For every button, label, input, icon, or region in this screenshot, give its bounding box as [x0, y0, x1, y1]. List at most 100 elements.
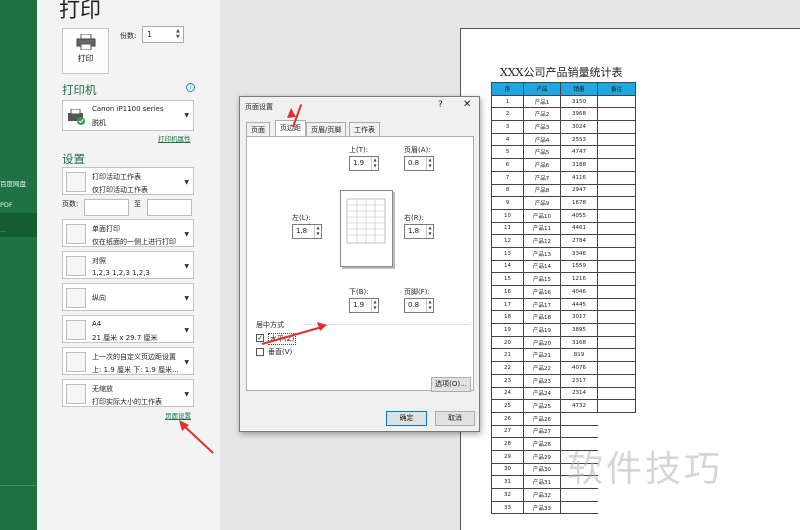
chevron-down-icon: ▼: [184, 263, 189, 270]
spinner-icon[interactable]: ▲ ▼: [371, 157, 378, 170]
table-cell: 产品6: [523, 158, 561, 172]
table-cell: 23: [491, 373, 524, 388]
horizontal-label[interactable]: 水平(Z): [268, 333, 297, 345]
footer-margin-value: 0.8: [408, 301, 420, 309]
settings-section-title: 设置: [62, 152, 85, 166]
left-margin-label: 左(L):: [292, 214, 311, 222]
paper-icon: [66, 320, 86, 340]
table-cell: 3346: [560, 246, 598, 261]
collate-select[interactable]: 对照 1,2,3 1,2,3 1,2,3 ▼: [62, 251, 194, 279]
table-cell: [597, 145, 636, 160]
table-cell: 25: [491, 399, 524, 413]
print-what-select[interactable]: 打印活动工作表 仅打印活动工作表 ▼: [62, 167, 194, 195]
left-margin-input[interactable]: 1.8 ▲ ▼: [292, 224, 322, 239]
table-cell: 3: [491, 120, 524, 134]
cancel-button[interactable]: 取消: [435, 411, 475, 426]
printer-status-icon: [68, 109, 85, 125]
chevron-down-icon: ▼: [184, 359, 189, 366]
table-cell: 产品1: [523, 94, 561, 109]
table-row: 15 产品15 1216: [491, 272, 636, 286]
table-cell: 1216: [560, 272, 598, 286]
table-cell: 产品18: [523, 310, 561, 325]
table-cell: [560, 424, 598, 439]
pages-to-input[interactable]: [147, 199, 192, 216]
tab-page[interactable]: 页面: [246, 122, 270, 136]
copies-input[interactable]: 1 ▲ ▼: [142, 26, 184, 43]
spinner-icon[interactable]: ▲ ▼: [426, 225, 433, 238]
options-button[interactable]: 选项(O)...: [431, 377, 471, 392]
right-margin-value: 1.8: [408, 227, 420, 235]
sidebar-item-more[interactable]: ...: [0, 226, 6, 234]
printer-name: Canon iP1100 series: [92, 105, 164, 113]
footer-margin-input[interactable]: 0.8 ▲ ▼: [404, 298, 434, 313]
sidebar-item-pdf[interactable]: PDF: [0, 201, 13, 209]
printer-select[interactable]: Canon iP1100 series 脱机 ▼: [62, 100, 194, 131]
right-margin-label: 右(R):: [404, 214, 424, 222]
chevron-down-icon: ▼: [184, 112, 189, 119]
table-cell: 产品19: [523, 323, 561, 337]
print-what-label: 打印活动工作表: [92, 173, 141, 181]
tab-sheet[interactable]: 工作表: [349, 122, 380, 136]
scaling-icon: [66, 384, 86, 404]
table-cell: 33: [491, 500, 524, 515]
ok-button[interactable]: 确定: [386, 411, 427, 426]
table-cell: 2: [491, 107, 524, 122]
orientation-select[interactable]: 纵向 ▼: [62, 283, 194, 311]
table-row: 12 产品12 2784: [491, 234, 636, 248]
table-cell: 11: [491, 221, 524, 236]
table-row: 8 产品8 2947: [491, 183, 636, 198]
print-button[interactable]: 打印: [62, 28, 109, 74]
watermark-text: 软件技巧: [567, 449, 724, 490]
bottom-margin-input[interactable]: 1.9 ▲ ▼: [349, 298, 379, 313]
help-icon[interactable]: ?: [438, 100, 443, 110]
close-icon[interactable]: ✕: [463, 99, 471, 110]
table-cell: 3968: [560, 107, 598, 122]
header-margin-input[interactable]: 0.8 ▲ ▼: [404, 156, 434, 171]
table-cell: 4461: [560, 221, 598, 236]
paper-size-select[interactable]: A4 21 厘米 x 29.7 厘米 ▼: [62, 315, 194, 343]
margins-select[interactable]: 上一次的自定义页边距设置 上: 1.9 厘米 下: 1.9 厘米... ▼: [62, 347, 194, 375]
spinner-icon[interactable]: ▲ ▼: [426, 157, 433, 170]
table-row: 9 产品9 1678: [491, 196, 636, 210]
table-cell: 13: [491, 246, 524, 261]
table-cell: 22: [491, 361, 524, 375]
copies-spinner[interactable]: ▲ ▼: [176, 28, 182, 40]
right-margin-input[interactable]: 1.8 ▲ ▼: [404, 224, 434, 239]
table-cell: 产品11: [523, 221, 561, 236]
printer-properties-link[interactable]: 打印机属性: [158, 133, 191, 143]
table-cell: 3168: [560, 335, 598, 350]
table-cell: 26: [491, 411, 524, 426]
printer-icon: [76, 34, 96, 50]
tab-margins[interactable]: 页边距: [275, 120, 306, 136]
spinner-icon[interactable]: ▲ ▼: [314, 225, 321, 238]
table-row: 2 产品2 3968: [491, 107, 636, 122]
table-cell: 10: [491, 208, 524, 223]
horizontal-checkbox[interactable]: ✓: [256, 334, 264, 342]
table-cell: 产品26: [523, 411, 561, 426]
table-cell: 3150: [560, 94, 598, 109]
table-cell: 产品14: [523, 259, 561, 274]
sides-select[interactable]: 单面打印 仅在纸面的一侧上进行打印 ▼: [62, 219, 194, 247]
sidebar-item-baidu[interactable]: 百度网盘: [0, 178, 26, 188]
table-row: 26 产品26: [491, 411, 636, 426]
scaling-select[interactable]: 无缩放 打印实际大小的工作表 ▼: [62, 379, 194, 407]
info-icon[interactable]: i: [186, 83, 195, 92]
spinner-icon[interactable]: ▲ ▼: [426, 299, 433, 312]
portrait-icon: [66, 288, 86, 308]
printer-section-title: 打印机: [62, 83, 97, 97]
page-setup-link[interactable]: 页面设置: [165, 410, 191, 420]
table-cell: 产品3: [523, 120, 561, 134]
spinner-icon[interactable]: ▲ ▼: [371, 299, 378, 312]
table-cell: 18: [491, 310, 524, 325]
table-cell: 产品25: [523, 399, 561, 413]
top-margin-input[interactable]: 1.9 ▲ ▼: [349, 156, 379, 171]
vertical-label[interactable]: 垂直(V): [268, 347, 292, 357]
page-setup-dialog: 页面设置 ? ✕ 页面 页边距 页眉/页脚 工作表 上(T): 1.9 ▲ ▼ 页…: [239, 96, 480, 432]
pages-from-input[interactable]: [84, 199, 129, 216]
table-cell: 产品4: [523, 132, 561, 147]
table-cell: 819: [560, 348, 598, 363]
vertical-checkbox[interactable]: [256, 348, 264, 356]
table-row: 27 产品27: [491, 424, 636, 439]
table-cell: [560, 500, 598, 515]
tab-header-footer[interactable]: 页眉/页脚: [306, 122, 347, 136]
